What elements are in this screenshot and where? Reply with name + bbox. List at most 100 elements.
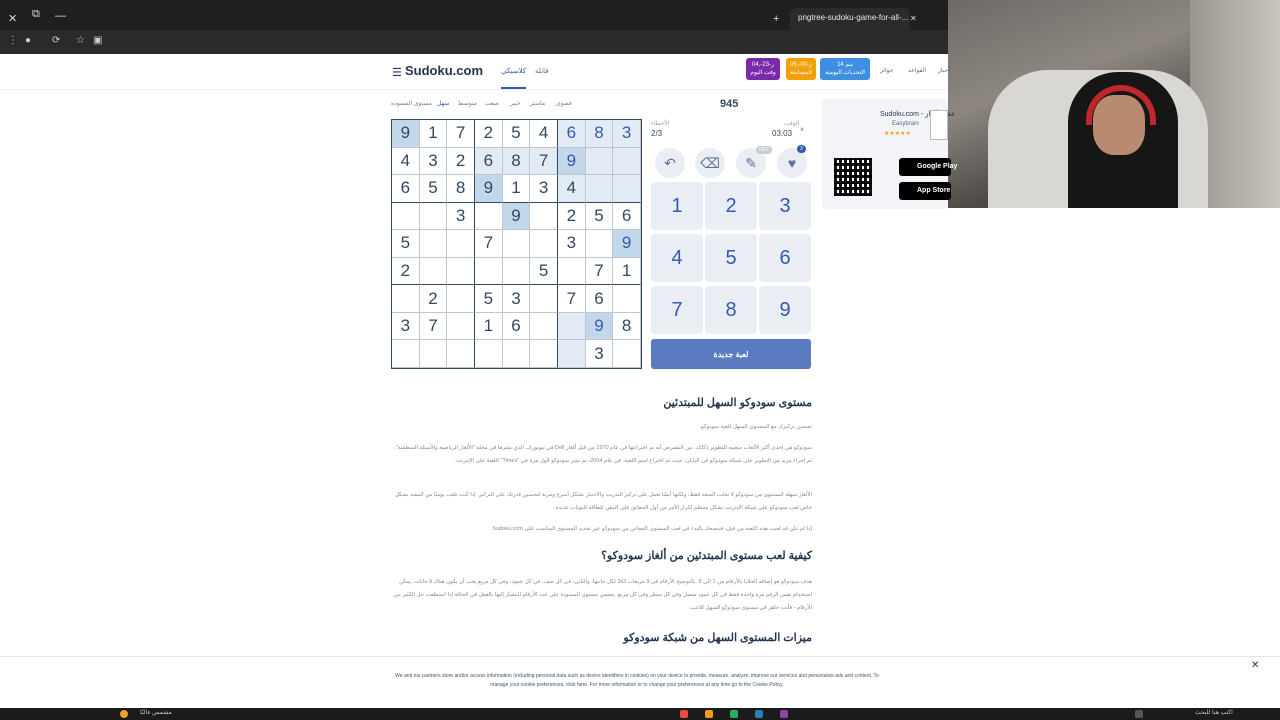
sudoku-cell[interactable]: 3: [419, 147, 448, 176]
tab-close-icon[interactable]: ✕: [910, 14, 917, 23]
new-game-button[interactable]: لعبة جديدة: [651, 339, 811, 369]
sudoku-cell[interactable]: 5: [474, 285, 503, 313]
sudoku-cell[interactable]: 6: [502, 312, 531, 341]
sudoku-cell[interactable]: 6: [392, 175, 420, 203]
sudoku-cell[interactable]: [392, 285, 420, 313]
sudoku-cell[interactable]: 1: [502, 175, 531, 203]
sudoku-cell[interactable]: 4: [392, 147, 420, 176]
sudoku-grid[interactable]: 9172546834326879658913439256573925712537…: [391, 119, 642, 369]
sudoku-cell[interactable]: 7: [585, 257, 614, 286]
sudoku-cell[interactable]: 9: [613, 230, 641, 258]
sudoku-cell[interactable]: [613, 147, 641, 176]
taskbar-app-5-icon[interactable]: [780, 710, 788, 718]
taskbar-app-2-icon[interactable]: [705, 710, 713, 718]
sudoku-cell[interactable]: 3: [613, 120, 641, 148]
taskbar-search-icon[interactable]: [1135, 710, 1143, 718]
sudoku-cell[interactable]: [557, 340, 586, 368]
sudoku-cell[interactable]: 8: [613, 312, 641, 341]
sudoku-cell[interactable]: 1: [474, 312, 503, 341]
nav-classic[interactable]: كلاسيكي: [501, 67, 527, 89]
sudoku-cell[interactable]: [585, 147, 614, 176]
sudoku-cell[interactable]: 9: [557, 147, 586, 176]
sudoku-cell[interactable]: 5: [502, 120, 531, 148]
undo-icon[interactable]: ↶: [655, 148, 685, 178]
sudoku-cell[interactable]: [530, 230, 558, 258]
sudoku-cell[interactable]: 9: [502, 202, 531, 231]
sudoku-cell[interactable]: 9: [585, 312, 614, 341]
sudoku-cell[interactable]: 5: [392, 230, 420, 258]
sudoku-cell[interactable]: 7: [474, 230, 503, 258]
difficulty-option[interactable]: ماستر: [530, 100, 545, 107]
numpad-key[interactable]: 1: [651, 182, 703, 230]
numpad-key[interactable]: 5: [705, 234, 757, 282]
minimize-icon[interactable]: —: [55, 10, 66, 22]
sudoku-cell[interactable]: [392, 340, 420, 368]
tab-search-icon[interactable]: ⟳: [52, 35, 60, 46]
numpad-key[interactable]: 8: [705, 286, 757, 334]
sudoku-cell[interactable]: [502, 340, 531, 368]
numpad-key[interactable]: 4: [651, 234, 703, 282]
sudoku-cell[interactable]: [502, 230, 531, 258]
close-icon[interactable]: ✕: [1251, 660, 1259, 671]
sudoku-cell[interactable]: 5: [530, 257, 558, 286]
window-icon[interactable]: ⧉: [32, 8, 40, 21]
taskbar-app-1-icon[interactable]: [680, 710, 688, 718]
sudoku-cell[interactable]: [530, 202, 558, 231]
numpad-key[interactable]: 3: [759, 182, 811, 230]
sudoku-cell[interactable]: [557, 257, 586, 286]
sudoku-cell[interactable]: 4: [530, 120, 558, 148]
sudoku-cell[interactable]: 5: [585, 202, 614, 231]
sudoku-cell[interactable]: [447, 257, 475, 286]
sudoku-cell[interactable]: [530, 285, 558, 313]
sudoku-cell[interactable]: 1: [613, 257, 641, 286]
sudoku-cell[interactable]: 3: [392, 312, 420, 341]
badge-tournament[interactable]: 05,-00-ر المسابقة: [786, 58, 816, 80]
sudoku-cell[interactable]: [530, 340, 558, 368]
google-play-button[interactable]: Google Play: [899, 158, 957, 176]
pause-icon[interactable]: ⏸: [800, 125, 804, 135]
sudoku-cell[interactable]: 7: [447, 120, 475, 148]
more-menu-icon[interactable]: ⋮: [8, 35, 18, 46]
hamburger-menu-icon[interactable]: ☰: [392, 66, 402, 79]
nav-rules[interactable]: القواعد: [908, 67, 926, 74]
nav-news[interactable]: أخبار: [938, 67, 950, 74]
sudoku-cell[interactable]: 7: [530, 147, 558, 176]
sudoku-cell[interactable]: 7: [419, 312, 448, 341]
sudoku-cell[interactable]: [613, 285, 641, 313]
sudoku-cell[interactable]: 7: [557, 285, 586, 313]
sudoku-cell[interactable]: [419, 230, 448, 258]
sudoku-cell[interactable]: 6: [613, 202, 641, 231]
sudoku-cell[interactable]: [447, 230, 475, 258]
nav-killer[interactable]: قاتلة: [535, 67, 549, 75]
numpad-key[interactable]: 9: [759, 286, 811, 334]
sudoku-cell[interactable]: 3: [447, 202, 475, 231]
sudoku-cell[interactable]: [474, 202, 503, 231]
sudoku-cell[interactable]: 6: [474, 147, 503, 176]
weather-icon[interactable]: [120, 710, 128, 718]
site-logo[interactable]: Sudoku.com: [405, 63, 483, 78]
sudoku-cell[interactable]: 8: [447, 175, 475, 203]
sudoku-cell[interactable]: 6: [585, 285, 614, 313]
browser-tab[interactable]: pngtree-sudoku-game-for-all-...: [790, 8, 910, 30]
bookmark-icon[interactable]: ☆: [76, 35, 85, 46]
sudoku-cell[interactable]: [474, 257, 503, 286]
sudoku-cell[interactable]: [613, 175, 641, 203]
sudoku-cell[interactable]: 9: [392, 120, 420, 148]
difficulty-option[interactable]: قصوى: [556, 100, 572, 107]
eraser-icon[interactable]: ⌫: [695, 148, 725, 178]
new-tab-icon[interactable]: +: [773, 13, 779, 25]
sudoku-cell[interactable]: 6: [557, 120, 586, 148]
sudoku-cell[interactable]: 3: [530, 175, 558, 203]
sudoku-cell[interactable]: 5: [419, 175, 448, 203]
difficulty-option[interactable]: خبير: [510, 100, 521, 107]
difficulty-option[interactable]: صعب: [485, 100, 499, 107]
sudoku-cell[interactable]: 3: [585, 340, 614, 368]
difficulty-option[interactable]: متوسط: [458, 100, 477, 107]
sudoku-cell[interactable]: [419, 340, 448, 368]
sudoku-cell[interactable]: [557, 312, 586, 341]
sudoku-cell[interactable]: [447, 312, 475, 341]
sudoku-cell[interactable]: [392, 202, 420, 231]
app-store-button[interactable]: App Store: [899, 182, 951, 200]
close-window-icon[interactable]: ✕: [8, 12, 17, 25]
sudoku-cell[interactable]: [530, 312, 558, 341]
